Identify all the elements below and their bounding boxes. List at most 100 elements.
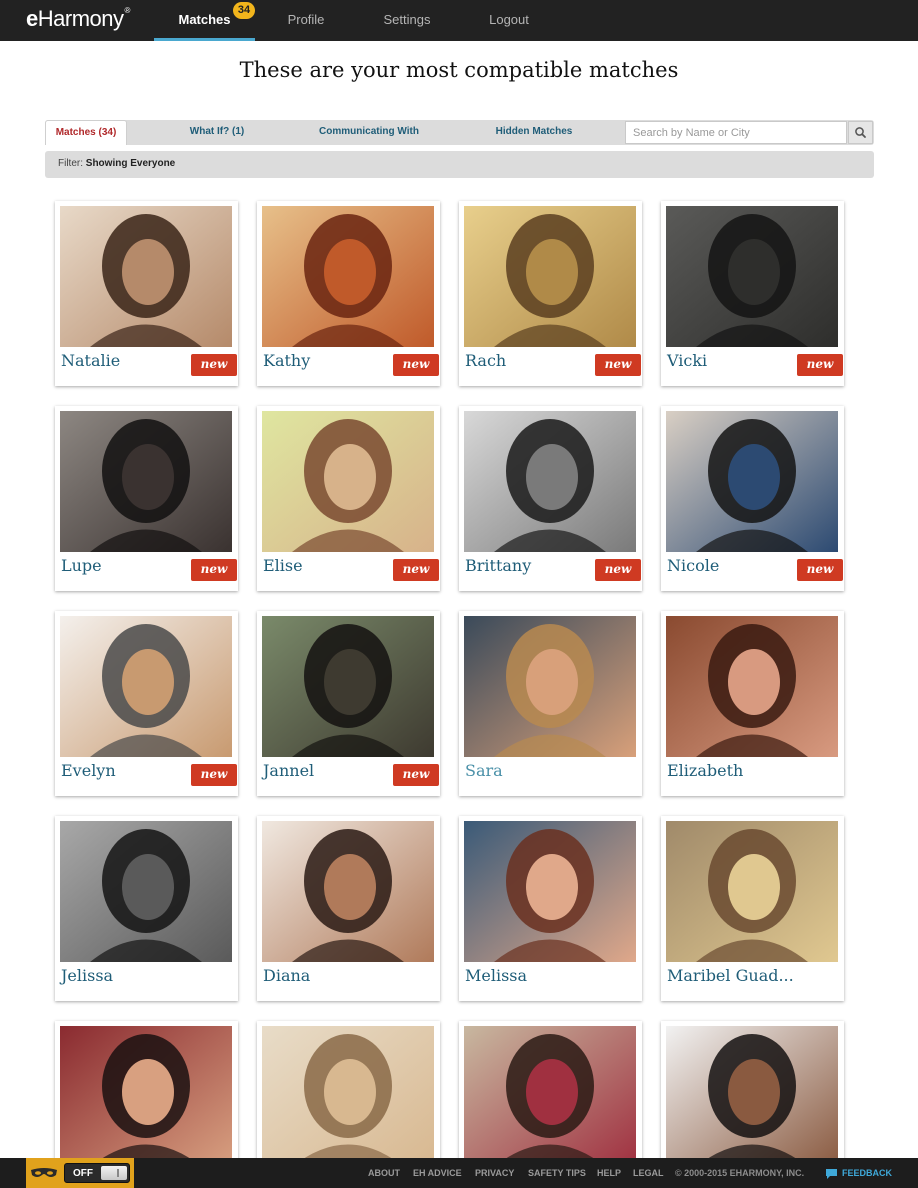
nav-settings[interactable]: Settings [372,0,442,41]
photo-placeholder [60,1026,232,1167]
privacy-toggle-label: OFF [73,1168,93,1179]
profile-photo[interactable] [60,616,232,757]
profile-photo[interactable] [60,411,232,552]
tab-communicating-with[interactable]: Communicating With [303,120,435,145]
photo-placeholder [262,616,434,757]
new-badge: new [191,764,237,786]
profile-photo[interactable] [464,821,636,962]
match-tabs-bar: Matches (34) What If? (1) Communicating … [45,120,874,145]
footer-link-legal[interactable]: LEGAL [633,1158,664,1188]
feedback-label: FEEDBACK [842,1168,893,1178]
match-card[interactable]: Jelissa [55,816,238,1001]
match-name[interactable]: Melissa [465,966,527,985]
new-badge: new [393,559,439,581]
profile-photo[interactable] [666,206,838,347]
matches-count-badge: 34 [233,2,255,19]
match-name[interactable]: Brittany [465,556,531,575]
match-name[interactable]: Natalie [61,351,120,370]
match-card[interactable]: Rach new [459,201,642,386]
privacy-toggle[interactable]: OFF [64,1163,130,1183]
toggle-knob[interactable] [101,1166,127,1180]
match-name[interactable]: Lupe [61,556,102,575]
profile-photo[interactable] [262,411,434,552]
match-card[interactable]: Maribel Guad... [661,816,844,1001]
match-name[interactable]: Maribel Guad... [667,966,794,985]
match-name[interactable]: Diana [263,966,310,985]
footer: OFF ABOUT EH ADVICE PRIVACY SAFETY TIPS … [0,1158,918,1188]
match-card[interactable]: Elizabeth [661,611,844,796]
profile-photo[interactable] [262,616,434,757]
profile-photo[interactable] [464,411,636,552]
feedback-link[interactable]: FEEDBACK [826,1158,892,1188]
profile-photo[interactable] [464,1026,636,1167]
new-badge: new [393,354,439,376]
profile-photo[interactable] [666,1026,838,1167]
profile-photo[interactable] [60,821,232,962]
nav-profile[interactable]: Profile [273,0,339,41]
nav-logout[interactable]: Logout [476,0,542,41]
footer-link-about[interactable]: ABOUT [368,1158,400,1188]
match-card[interactable]: Evelyn new [55,611,238,796]
profile-photo[interactable] [60,1026,232,1167]
profile-photo[interactable] [262,1026,434,1167]
match-name[interactable]: Rach [465,351,506,370]
photo-placeholder [60,411,232,552]
new-badge: new [191,559,237,581]
match-card[interactable]: Jannel new [257,611,440,796]
logo-trademark: ® [124,6,131,15]
logo-e: e [26,6,38,31]
profile-photo[interactable] [464,616,636,757]
photo-placeholder [60,206,232,347]
tab-hidden-matches[interactable]: Hidden Matches [475,120,593,145]
photo-placeholder [60,616,232,757]
profile-photo[interactable] [666,821,838,962]
tab-what-if[interactable]: What If? (1) [163,120,271,145]
match-name[interactable]: Elise [263,556,303,575]
photo-placeholder [464,411,636,552]
match-card[interactable]: Nicole new [661,406,844,591]
match-name[interactable]: Jelissa [61,966,113,985]
search-button[interactable] [848,121,873,144]
photo-placeholder [666,206,838,347]
new-badge: new [595,354,641,376]
match-card[interactable]: Kathy new [257,201,440,386]
match-name[interactable]: Evelyn [61,761,116,780]
match-name[interactable]: Elizabeth [667,761,743,780]
filter-value: Showing Everyone [85,158,176,169]
match-card[interactable]: Elise new [257,406,440,591]
photo-placeholder [262,206,434,347]
page-title: These are your most compatible matches [239,58,679,82]
profile-photo[interactable] [262,821,434,962]
match-card[interactable]: Melissa [459,816,642,1001]
profile-photo[interactable] [464,206,636,347]
footer-link-privacy[interactable]: PRIVACY [475,1158,514,1188]
profile-photo[interactable] [60,206,232,347]
match-card[interactable]: Natalie new [55,201,238,386]
privacy-mode-bar: OFF [26,1158,134,1188]
filter-bar[interactable]: Filter: Showing Everyone [45,151,874,178]
eharmony-logo[interactable]: eHarmony® [26,6,130,32]
footer-link-eh-advice[interactable]: EH ADVICE [413,1158,462,1188]
photo-placeholder [666,821,838,962]
footer-link-safety-tips[interactable]: SAFETY TIPS [528,1158,586,1188]
photo-placeholder [262,821,434,962]
profile-photo[interactable] [262,206,434,347]
match-card[interactable]: Brittany new [459,406,642,591]
photo-placeholder [262,1026,434,1167]
match-card[interactable]: Vicki new [661,201,844,386]
match-name[interactable]: Jannel [263,761,314,780]
match-card[interactable]: Diana [257,816,440,1001]
search-input[interactable] [625,121,847,144]
profile-photo[interactable] [666,411,838,552]
match-name[interactable]: Nicole [667,556,719,575]
tab-matches[interactable]: Matches (34) [45,120,127,145]
match-name[interactable]: Sara [465,761,503,780]
footer-link-help[interactable]: HELP [597,1158,621,1188]
photo-placeholder [666,411,838,552]
profile-photo[interactable] [666,616,838,757]
match-card[interactable]: Lupe new [55,406,238,591]
new-badge: new [797,559,843,581]
match-card[interactable]: Sara [459,611,642,796]
match-name[interactable]: Kathy [263,351,310,370]
match-name[interactable]: Vicki [667,351,707,370]
